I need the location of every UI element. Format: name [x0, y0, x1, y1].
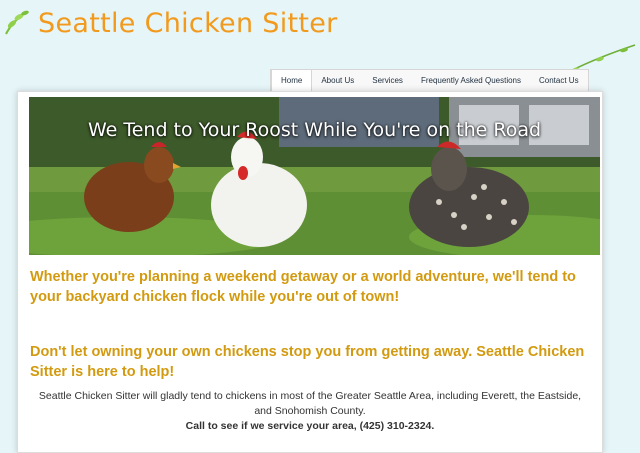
- nav-faq[interactable]: Frequently Asked Questions: [412, 70, 530, 92]
- nav-about-us[interactable]: About Us: [312, 70, 363, 92]
- content-panel: We Tend to Your Roost While You're on th…: [17, 91, 603, 453]
- leaf-decoration-icon: [5, 10, 29, 35]
- nav-contact-us[interactable]: Contact Us: [530, 70, 588, 92]
- call-to-action: Call to see if we service your area, (42…: [185, 420, 435, 432]
- nav-home[interactable]: Home: [271, 70, 313, 92]
- site-title[interactable]: Seattle Chicken Sitter: [38, 8, 338, 39]
- hero-headline: We Tend to Your Roost While You're on th…: [87, 119, 542, 141]
- intro-lead: Whether you're planning a weekend getawa…: [30, 269, 576, 305]
- nav-services[interactable]: Services: [363, 70, 412, 92]
- hero-banner: We Tend to Your Roost While You're on th…: [29, 97, 600, 255]
- secondary-lead: Don't let owning your own chickens stop …: [30, 344, 585, 380]
- service-area-text: Seattle Chicken Sitter will gladly tend …: [38, 390, 582, 417]
- main-nav: Home About Us Services Frequently Asked …: [270, 69, 589, 92]
